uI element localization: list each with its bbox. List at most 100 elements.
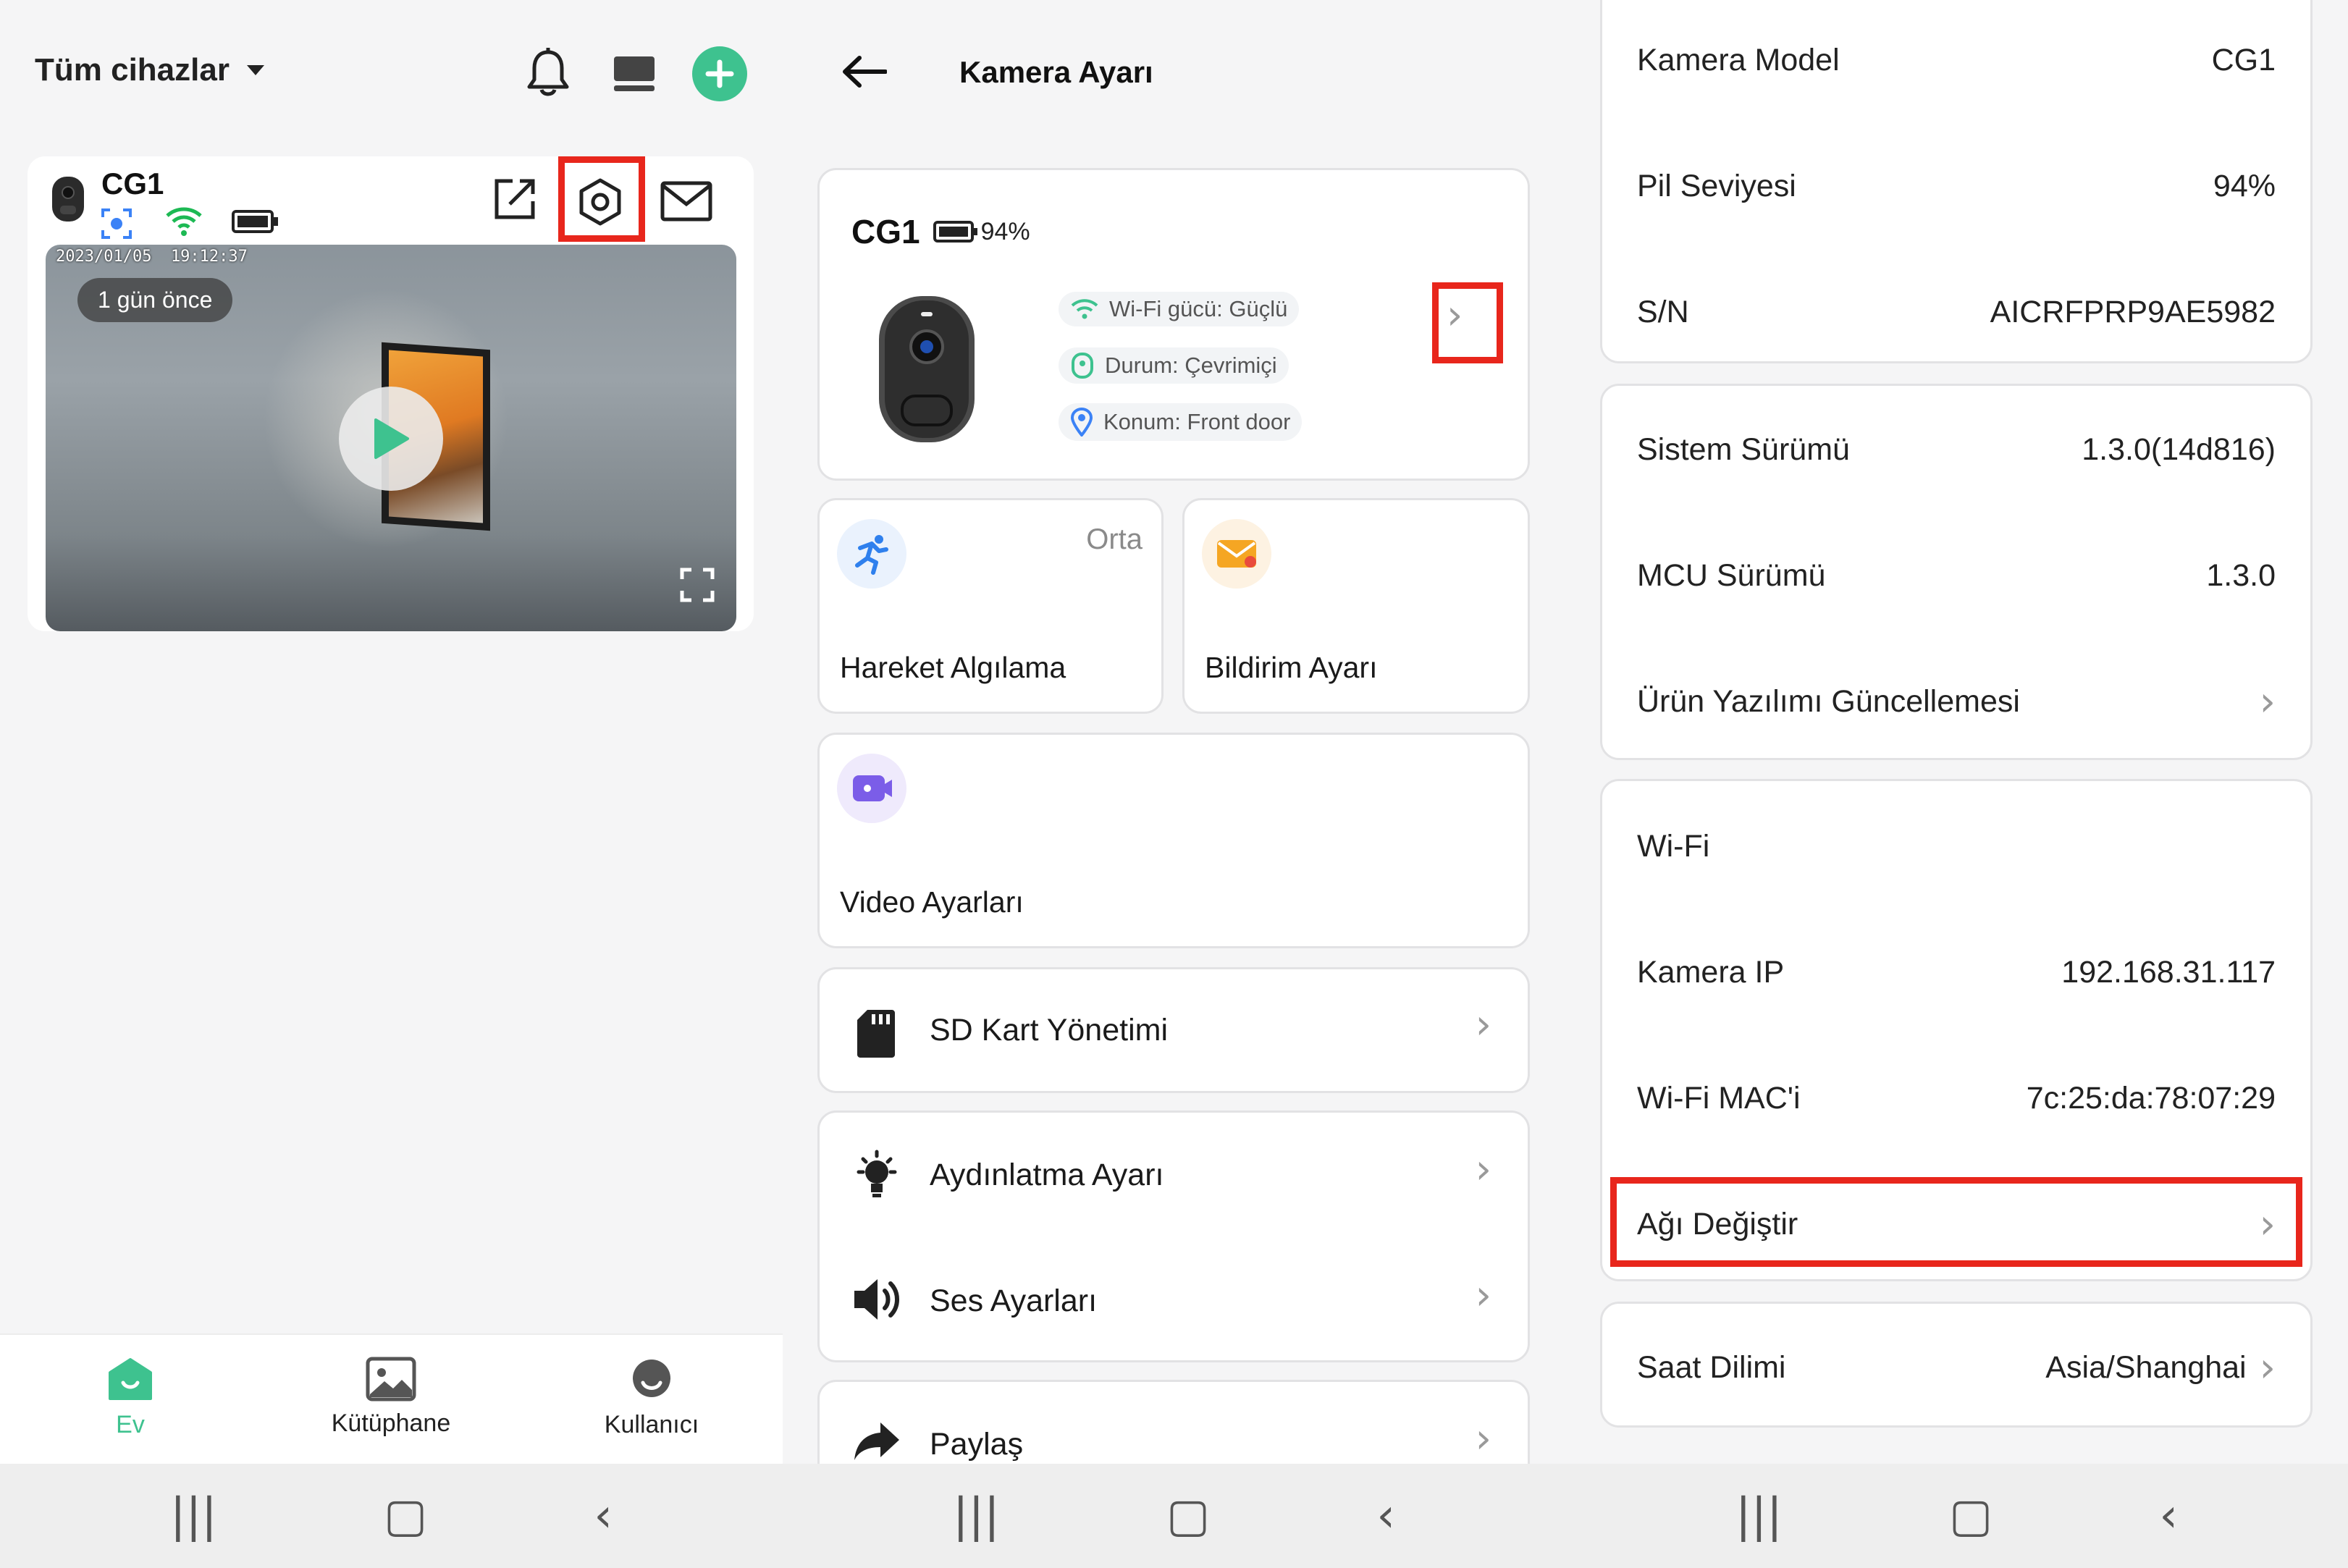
tab-home[interactable]: Ev xyxy=(87,1357,174,1439)
device-name: CG1 xyxy=(101,167,164,201)
status-icon xyxy=(1072,353,1093,379)
timezone-group: Saat Dilimi Asia/Shanghai › xyxy=(1600,1302,2313,1428)
lighting-row[interactable]: Aydınlatma Ayarı › xyxy=(820,1113,1528,1239)
add-device-button[interactable] xyxy=(692,46,747,101)
timezone-row[interactable]: Saat Dilimi Asia/Shanghai › xyxy=(1637,1331,2276,1404)
notification-label: Bildirim Ayarı xyxy=(1205,651,1378,684)
firmware-update-label: Ürün Yazılımı Güncellemesi xyxy=(1637,683,2020,719)
location-chip: Konum: Front door xyxy=(1059,403,1303,441)
device-info-card[interactable]: CG1 94% Wi-Fi gücü: Güçlü Durum: Çevrimi… xyxy=(817,168,1530,481)
play-icon xyxy=(374,418,409,459)
video-preview[interactable]: 2023/01/05 19:12:37 1 gün önce xyxy=(46,245,736,631)
home-icon xyxy=(109,1358,152,1400)
timezone-label: Saat Dilimi xyxy=(1637,1349,1786,1385)
camera-ip-row: Kamera IP 192.168.31.117 xyxy=(1637,936,2276,1008)
device-details-group: Kamera Model CG1 Pil Seviyesi 94% S/N AI… xyxy=(1600,0,2313,363)
home-screen: Tüm cihazlar CG1 2023/01/05 19:12:37 1 g… xyxy=(0,0,783,1568)
wifi-mac-row: Wi-Fi MAC'i 7c:25:da:78:07:29 xyxy=(1637,1062,2276,1134)
back-nav-icon[interactable]: ‹ xyxy=(1376,1489,1395,1543)
envelope-icon xyxy=(1217,540,1256,568)
motion-detection-tile[interactable]: Orta Hareket Algılama xyxy=(817,498,1164,714)
sound-chevron-icon: › xyxy=(1475,1272,1491,1319)
caret-down-icon xyxy=(246,65,264,75)
timezone-chevron-icon: › xyxy=(2259,1344,2276,1391)
lighting-chevron-icon: › xyxy=(1475,1146,1491,1193)
plus-icon xyxy=(705,59,734,88)
video-label: Video Ayarları xyxy=(840,885,1024,919)
tab-library-label: Kütüphane xyxy=(331,1409,451,1437)
video-settings-tile[interactable]: Video Ayarları xyxy=(817,733,1530,948)
bell-icon[interactable] xyxy=(526,48,571,97)
lightbulb-icon xyxy=(857,1150,897,1197)
camera-thumbnail-icon xyxy=(52,177,84,222)
mcu-version-value: 1.3.0 xyxy=(2206,557,2276,593)
home-nav-icon[interactable]: ▢ xyxy=(384,1489,427,1543)
recent-apps-icon[interactable]: ||| xyxy=(1735,1489,1783,1543)
wifi-strength-text: Wi-Fi gücü: Güçlü xyxy=(1109,296,1288,321)
wifi-mac-value: 7c:25:da:78:07:29 xyxy=(2026,1080,2276,1116)
back-arrow-icon[interactable] xyxy=(842,55,887,88)
serial-row: S/N AICRFPRP9AE5982 xyxy=(1637,276,2276,348)
battery-level-label: Pil Seviyesi xyxy=(1637,168,1796,203)
sound-row[interactable]: Ses Ayarları › xyxy=(820,1239,1528,1365)
camera-settings-screen: Kamera Ayarı CG1 94% Wi-Fi gücü: Güçlü D… xyxy=(783,0,1565,1568)
fullscreen-icon[interactable] xyxy=(680,568,715,602)
wifi-row: Wi-Fi xyxy=(1637,810,2276,882)
lighting-sound-group: Aydınlatma Ayarı › Ses Ayarları › xyxy=(817,1110,1530,1362)
share-external-icon[interactable] xyxy=(491,175,539,223)
video-timestamp: 2023/01/05 19:12:37 xyxy=(56,248,248,266)
video-camera-icon xyxy=(853,775,892,801)
location-pin-icon xyxy=(1070,408,1093,437)
notification-settings-tile[interactable]: Bildirim Ayarı xyxy=(1182,498,1530,714)
location-text: Konum: Front door xyxy=(1103,409,1291,434)
wifi-small-icon xyxy=(1071,299,1098,319)
sd-card-icon xyxy=(857,1010,895,1058)
wifi-mac-label: Wi-Fi MAC'i xyxy=(1637,1080,1801,1116)
back-nav-icon[interactable]: ‹ xyxy=(2159,1489,2178,1543)
tab-user[interactable]: Kullanıcı xyxy=(579,1357,724,1439)
share-label: Paylaş xyxy=(930,1427,1024,1462)
battery-icon xyxy=(232,210,278,233)
settings-device-name: CG1 xyxy=(851,213,920,250)
recent-apps-icon[interactable]: ||| xyxy=(953,1489,1000,1543)
tab-user-label: Kullanıcı xyxy=(604,1411,699,1438)
serial-label: S/N xyxy=(1637,294,1689,329)
timezone-value: Asia/Shanghai xyxy=(2045,1349,2247,1385)
camera-image xyxy=(879,296,975,442)
user-icon xyxy=(633,1360,670,1397)
motion-detect-icon xyxy=(101,208,132,239)
status-text: Durum: Çevrimiçi xyxy=(1105,353,1277,378)
device-info-screen: Kamera Model CG1 Pil Seviyesi 94% S/N AI… xyxy=(1565,0,2348,1568)
device-detail-highlight xyxy=(1432,282,1503,363)
multiview-icon[interactable] xyxy=(613,55,656,93)
page-title: Kamera Ayarı xyxy=(959,55,1153,89)
play-button[interactable] xyxy=(339,387,443,491)
lighting-label: Aydınlatma Ayarı xyxy=(930,1158,1164,1192)
serial-value: AICRFPRP9AE5982 xyxy=(1990,294,2276,329)
tab-library[interactable]: Kütüphane xyxy=(304,1357,478,1438)
system-nav-bar: ||| ▢ ‹ xyxy=(0,1464,783,1568)
device-filter-dropdown[interactable]: Tüm cihazlar xyxy=(35,52,266,88)
mcu-version-label: MCU Sürümü xyxy=(1637,557,1826,593)
back-nav-icon[interactable]: ‹ xyxy=(594,1489,613,1543)
mail-icon[interactable] xyxy=(660,181,712,222)
image-icon xyxy=(366,1357,416,1401)
sound-label: Ses Ayarları xyxy=(930,1284,1098,1318)
sd-card-label: SD Kart Yönetimi xyxy=(930,1013,1169,1048)
home-nav-icon[interactable]: ▢ xyxy=(1166,1489,1210,1543)
running-person-icon xyxy=(855,535,888,575)
motion-level: Orta xyxy=(1086,523,1143,555)
recent-apps-icon[interactable]: ||| xyxy=(170,1489,217,1543)
battery-small-icon xyxy=(933,221,977,243)
wifi-icon xyxy=(166,207,202,236)
battery-percent: 94% xyxy=(980,217,1030,245)
firmware-update-row[interactable]: Ürün Yazılımı Güncellemesi › xyxy=(1637,665,2276,738)
home-nav-icon[interactable]: ▢ xyxy=(1949,1489,1993,1543)
speaker-icon xyxy=(854,1279,899,1320)
system-nav-bar: ||| ▢ ‹ xyxy=(1565,1464,2348,1568)
system-version-value: 1.3.0(14d816) xyxy=(2082,431,2276,467)
system-version-label: Sistem Sürümü xyxy=(1637,431,1850,467)
sd-card-row[interactable]: SD Kart Yönetimi › xyxy=(817,967,1530,1093)
battery-level-value: 94% xyxy=(2213,168,2276,203)
camera-model-row: Kamera Model CG1 xyxy=(1637,24,2276,96)
